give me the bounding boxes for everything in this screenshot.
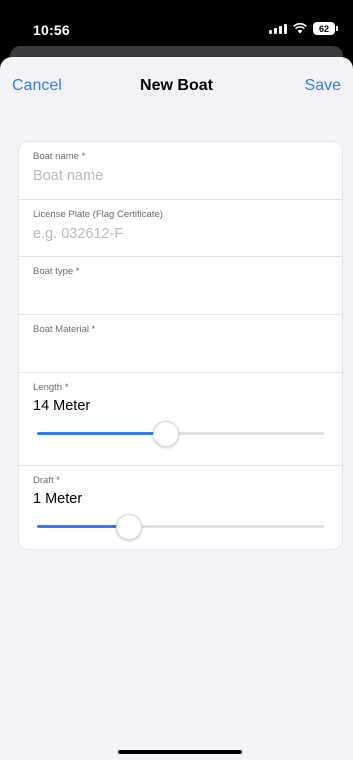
home-indicator	[118, 750, 242, 754]
new-boat-sheet: Cancel New Boat Save Boat name * Boat na…	[0, 57, 353, 760]
battery-icon: 62	[313, 22, 338, 35]
license-plate-field[interactable]: License Plate (Flag Certificate) e.g. 03…	[19, 200, 342, 256]
status-time: 10:56	[33, 22, 70, 38]
wifi-icon	[293, 23, 307, 34]
boat-name-field[interactable]: Boat name * Boat name	[19, 142, 342, 199]
boat-form: Boat name * Boat name License Plate (Fla…	[18, 141, 343, 550]
draft-label: Draft *	[33, 475, 60, 486]
boat-type-field[interactable]: Boat type *	[19, 257, 342, 314]
status-bar: 10:56 62	[0, 0, 353, 46]
save-button[interactable]: Save	[305, 77, 341, 95]
draft-slider[interactable]	[37, 514, 324, 540]
license-plate-input[interactable]: e.g. 032612-F	[33, 226, 123, 242]
draft-field: Draft * 1 Meter	[19, 466, 342, 551]
license-plate-label: License Plate (Flag Certificate)	[33, 209, 163, 220]
status-icons: 62	[269, 22, 338, 35]
boat-name-input[interactable]: Boat name	[33, 168, 103, 184]
length-value: 14 Meter	[33, 398, 91, 414]
boat-name-label: Boat name *	[33, 151, 86, 162]
nav-bar: Cancel New Boat Save	[0, 57, 353, 113]
page-title: New Boat	[140, 77, 213, 94]
signal-icon	[269, 23, 287, 34]
slider-thumb[interactable]	[153, 421, 180, 447]
length-field: Length * 14 Meter	[19, 373, 342, 465]
boat-type-label: Boat type *	[33, 266, 80, 277]
boat-material-label: Boat Material *	[33, 324, 96, 335]
slider-fill	[37, 432, 167, 435]
length-label: Length *	[33, 382, 69, 393]
draft-value: 1 Meter	[33, 491, 83, 507]
boat-material-field[interactable]: Boat Material *	[19, 315, 342, 372]
length-slider[interactable]	[37, 421, 324, 447]
slider-thumb[interactable]	[115, 514, 142, 540]
